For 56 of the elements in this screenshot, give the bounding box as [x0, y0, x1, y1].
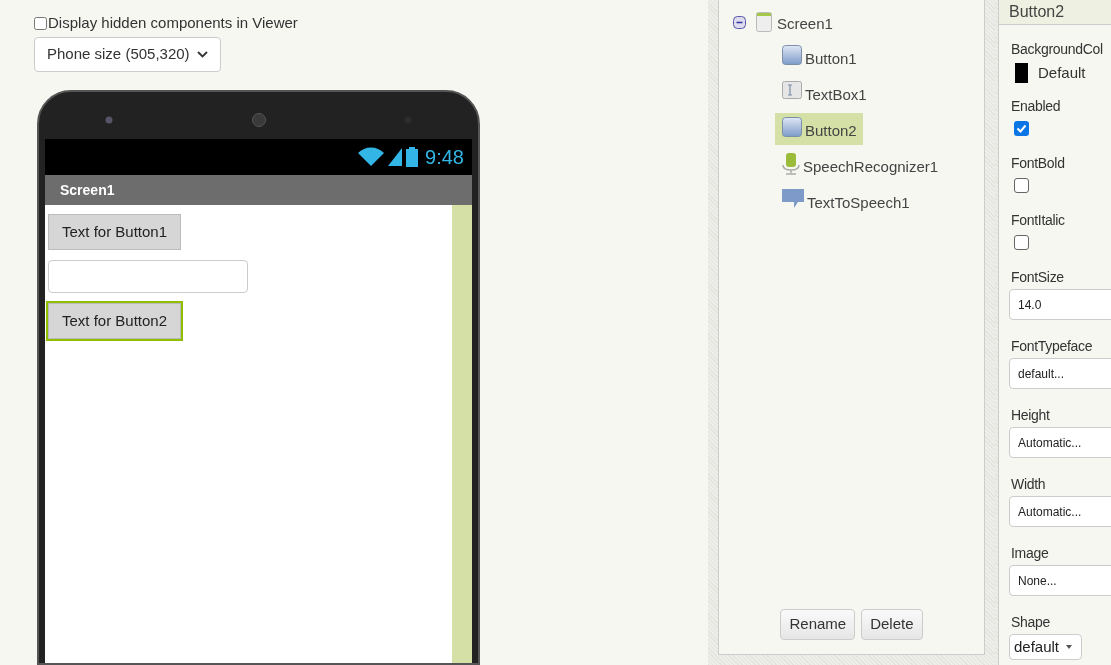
property-checkbox[interactable] [1014, 235, 1029, 250]
hidden-components-checkbox[interactable] [34, 16, 47, 30]
caret-icon [1066, 645, 1073, 649]
wifi-icon [358, 147, 385, 168]
property-chooser[interactable]: None... [1009, 565, 1111, 596]
property-dropdown[interactable]: default [1009, 634, 1082, 660]
button-icon [782, 116, 802, 137]
property-chooser[interactable]: default... [1009, 358, 1111, 389]
property-chooser[interactable]: Automatic... [1009, 496, 1111, 527]
tree-item[interactable]: TextBox1 [775, 76, 873, 109]
screen-title: Screen1 [60, 180, 115, 200]
property-chooser[interactable]: Automatic... [1009, 427, 1111, 458]
panel-button[interactable]: Rename [780, 609, 856, 640]
property-label: FontBold [1011, 154, 1065, 173]
camera-icon [105, 115, 113, 124]
tree-item-label: Button2 [805, 120, 857, 141]
tree-item[interactable]: TextToSpeech1 [775, 184, 916, 217]
tree-item[interactable]: Button2 [775, 112, 863, 145]
chevron-down-icon [197, 50, 208, 58]
signal-icon [388, 148, 403, 167]
microphone-icon [782, 152, 800, 175]
screen-icon [756, 12, 772, 33]
property-label: FontSize [1011, 268, 1064, 287]
property-label: Enabled [1011, 97, 1061, 116]
phone-button[interactable]: Text for Button2 [48, 303, 182, 340]
color-value: Default [1038, 63, 1086, 83]
button-icon [782, 44, 802, 65]
property-label: BackgroundCol [1011, 40, 1103, 59]
speech-bubble-icon [782, 188, 804, 209]
property-label: Height [1011, 406, 1050, 425]
status-time: 9:48 [425, 145, 464, 171]
property-label: Image [1011, 544, 1049, 563]
property-label: FontItalic [1011, 211, 1065, 230]
collapse-icon[interactable] [733, 15, 746, 29]
property-checkbox[interactable] [1014, 121, 1029, 136]
property-label: FontTypeface [1011, 337, 1093, 356]
tree-item[interactable]: Button1 [775, 40, 863, 73]
properties-header: Button2 [999, 0, 1111, 25]
phone-button[interactable]: Text for Button1 [48, 214, 182, 251]
tree-item-label: SpeechRecognizer1 [803, 156, 939, 177]
property-label: Shape [1011, 613, 1050, 632]
tree-item-label: Button1 [805, 48, 857, 69]
tree-item-label: TextBox1 [805, 84, 867, 105]
color-swatch[interactable] [1015, 63, 1028, 84]
tree-item-label: TextToSpeech1 [807, 192, 910, 213]
panel-button[interactable]: Delete [861, 609, 923, 640]
property-label: Width [1011, 475, 1046, 494]
checkbox-label: Display hidden components in Viewer [48, 13, 298, 33]
speaker-grille-icon [251, 112, 266, 127]
tree-item[interactable]: Screen1 [777, 13, 833, 36]
property-checkbox[interactable] [1014, 178, 1029, 193]
battery-icon [406, 147, 419, 168]
phone-size-select[interactable]: Phone size (505,320) [34, 36, 221, 73]
textbox-icon [782, 80, 802, 99]
property-input-field[interactable]: 14.0 [1009, 289, 1111, 320]
tree-item[interactable]: SpeechRecognizer1 [775, 148, 945, 181]
